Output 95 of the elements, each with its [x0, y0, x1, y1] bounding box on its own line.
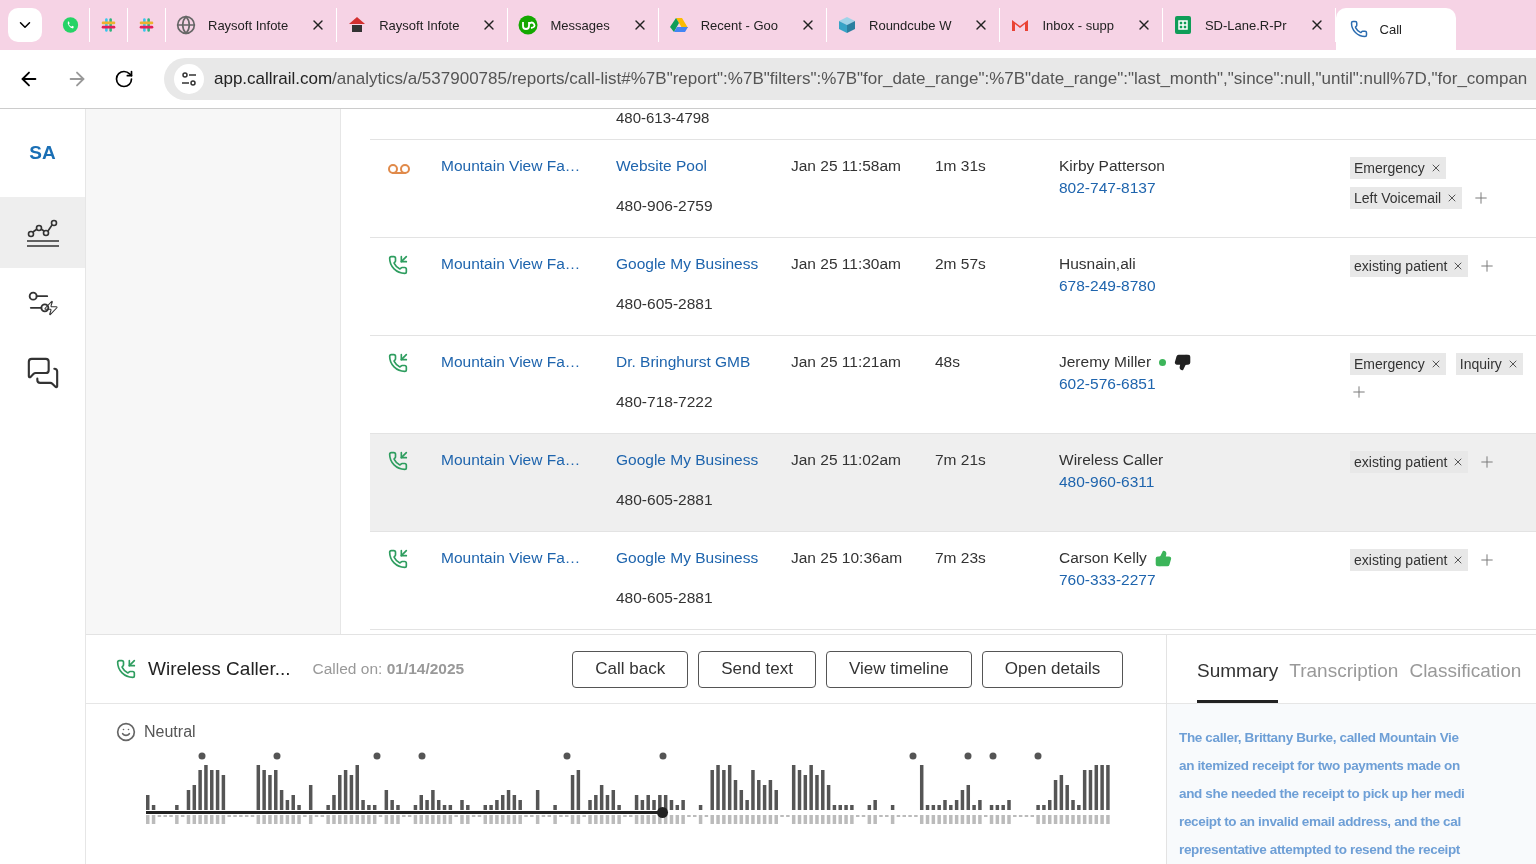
tag-label: existing patient: [1354, 552, 1448, 568]
call-date: Jan 25 11:02am: [791, 451, 901, 469]
incoming-call-icon: [388, 255, 408, 275]
tab-title: Raysoft Infote: [379, 17, 460, 33]
call-date: Jan 25 11:58am: [791, 157, 901, 175]
action-button[interactable]: Send text: [698, 650, 816, 688]
tag-label: existing patient: [1354, 454, 1448, 470]
call-duration: 7m 23s: [935, 549, 986, 567]
summary-line: an itemized receipt for two payments made on: [1179, 757, 1460, 775]
company-link[interactable]: Mountain View Fa…: [441, 157, 581, 175]
globe-icon: [176, 15, 196, 35]
tab-title: Recent - Goo: [700, 17, 778, 33]
tag-label: Inquiry: [1459, 356, 1502, 372]
triangle-icon: [668, 15, 689, 35]
action-button[interactable]: Call back: [572, 650, 689, 688]
call-date: Jan 25 10:36am: [791, 549, 903, 567]
browser-tab[interactable]: Roundcube W: [827, 8, 1001, 42]
summary-line: receipt to an invalid email address, and the cal: [1179, 813, 1461, 831]
caller-phone-link[interactable]: 760-333-2277: [1059, 571, 1156, 589]
company-link[interactable]: Mountain View Fa…: [441, 451, 581, 469]
incoming-call-icon: [388, 451, 408, 471]
tab-title: Call: [1379, 21, 1402, 37]
called-on-date: Called on: 01/14/2025: [312, 660, 465, 678]
tab-title: Roundcube W: [869, 17, 952, 33]
source-link[interactable]: Google My Business: [616, 255, 759, 273]
tag-label: Emergency: [1354, 356, 1425, 372]
tab-title: Raysoft Infote: [208, 17, 289, 33]
source-link[interactable]: Website Pool: [616, 157, 708, 175]
browser-tab[interactable]: Inbox - supp: [1000, 8, 1163, 42]
summary-line: The caller, Brittany Burke, called Mountain Vie: [1179, 729, 1459, 747]
tracking-number: 480-906-2759: [616, 197, 713, 215]
browser-tab[interactable]: Raysoft Infote: [166, 8, 338, 42]
reload-icon[interactable]: [114, 69, 134, 89]
incoming-call-icon: [388, 549, 408, 569]
call-row[interactable]: Mountain View Fa… Google My Business 480-605-2881 Jan 25 11:02am 7m 21s Wireless Caller 480-960-6311 existing patient: [370, 434, 1536, 532]
phone-icon: [1349, 20, 1368, 38]
action-button[interactable]: Open details: [981, 650, 1124, 688]
caller-name: Carson Kelly: [1059, 549, 1147, 567]
nav-item[interactable]: [0, 198, 85, 268]
tag-label: existing patient: [1354, 258, 1448, 274]
tab-title: SD-Lane.R-Pr: [1204, 17, 1287, 33]
source-link[interactable]: Google My Business: [616, 549, 759, 567]
caller-name: Jeremy Miller: [1059, 353, 1152, 371]
tracking-number: 480-613-4798: [616, 109, 710, 126]
caller-name: Kirby Patterson: [1059, 157, 1165, 175]
browser-tab[interactable]: SD-Lane.R-Pr: [1162, 8, 1336, 42]
call-duration: 7m 21s: [935, 451, 986, 469]
caller-name: Husnain,ali: [1059, 255, 1136, 273]
browser-tab[interactable]: Recent - Goo: [658, 8, 827, 42]
waveform-drawing[interactable]: [146, 750, 1112, 824]
caller-phone-link[interactable]: 480-960-6311: [1059, 473, 1155, 491]
source-link[interactable]: Dr. Bringhurst GMB: [616, 353, 751, 371]
incoming-call-icon: [116, 659, 136, 679]
tag-label: Left Voicemail: [1354, 190, 1442, 206]
caller-phone-link[interactable]: 802-747-8137: [1059, 179, 1156, 197]
caller-phone-link[interactable]: 602-576-6851: [1059, 375, 1156, 393]
tab-title: Messages: [550, 17, 610, 33]
logo-icon: [518, 15, 539, 35]
address-bar[interactable]: app.callrail.com/analytics/a/537900785/reports/call-list#%7B"report":%7B"filters":%7B"for_date_range":%7B"date_range":"last_month","since":null,"until":null%7D,"for_compan: [164, 58, 1536, 100]
browser-tab[interactable]: Call: [1335, 8, 1456, 50]
company-link[interactable]: Mountain View Fa…: [441, 255, 581, 273]
sheet-icon: [1172, 15, 1193, 35]
incoming-call-icon: [388, 353, 408, 373]
tracking-number: 480-605-2881: [616, 295, 713, 313]
tab-title: Inbox - supp: [1042, 17, 1114, 33]
call-duration: 1m 31s: [935, 157, 986, 175]
cube-icon: [837, 15, 857, 35]
hash-icon: [138, 15, 155, 35]
hash-icon: [100, 15, 117, 35]
company-link[interactable]: Mountain View Fa…: [441, 549, 581, 567]
call-duration: 2m 57s: [935, 255, 986, 273]
summary-line: and she needed the receipt to pick up her medi: [1179, 785, 1465, 803]
caller-name: Wireless Caller...: [148, 658, 291, 680]
call-duration: 48s: [935, 353, 960, 371]
tracking-number: 480-605-2881: [616, 589, 713, 607]
tag-label: Emergency: [1354, 160, 1425, 176]
browser-tab[interactable]: Messages: [508, 8, 659, 42]
action-button[interactable]: View timeline: [825, 650, 972, 688]
chat-bubble-icon: [62, 15, 79, 35]
call-date: Jan 25 11:21am: [791, 353, 901, 371]
browser-tab[interactable]: Raysoft Infote: [337, 8, 509, 42]
company-link[interactable]: Mountain View Fa…: [441, 353, 581, 371]
neutral-face-icon: [116, 722, 136, 742]
call-date: Jan 25 11:30am: [791, 255, 901, 273]
caller-name: Wireless Caller: [1059, 451, 1164, 469]
chat-bubbles-icon: [25, 356, 60, 390]
thumbs-up-icon[interactable]: [1154, 549, 1172, 567]
thumbs-down-icon[interactable]: [1174, 353, 1192, 371]
sentiment-label: Neutral: [144, 723, 196, 741]
caller-phone-link[interactable]: 678-249-8780: [1059, 277, 1156, 295]
source-link[interactable]: Google My Business: [616, 451, 759, 469]
tracking-number: 480-718-7222: [616, 393, 713, 411]
site-settings-icon[interactable]: [180, 70, 198, 88]
summary-line: representative attempted to resend the receipt: [1179, 841, 1460, 859]
tracking-number: 480-605-2881: [616, 491, 713, 509]
